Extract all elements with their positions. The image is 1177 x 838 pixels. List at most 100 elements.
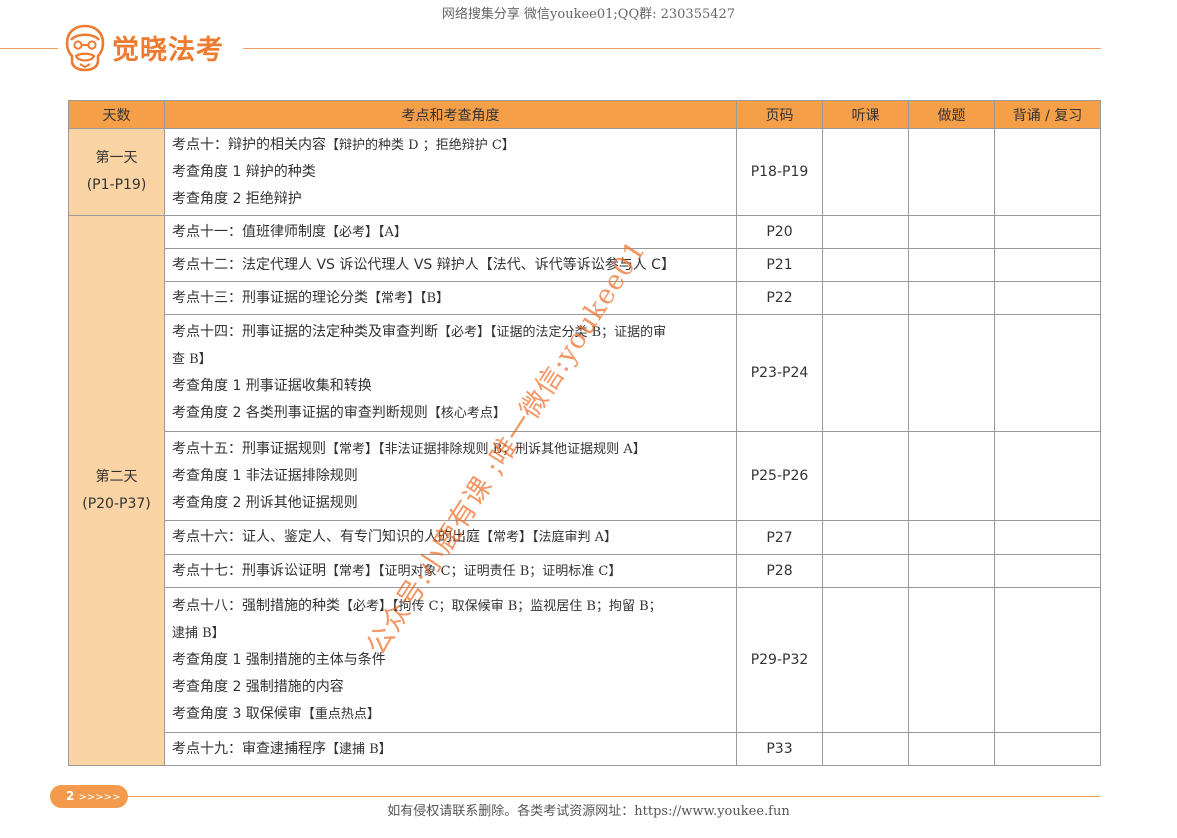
review-check-cell[interactable] <box>994 554 1101 588</box>
practice-check-cell[interactable] <box>908 587 995 733</box>
page-cell: P22 <box>736 281 823 315</box>
topic-text: 考查角度 1 刑事证据收集和转换 <box>172 378 372 394</box>
table-header-row: 天数 考点和考查角度 页码 听课 做题 背诵 / 复习 <box>68 100 1101 129</box>
table-row: 考点十四：刑事证据的法定种类及审查判断【必考】【证据的法定分类 B；证据的审 查… <box>69 314 1101 432</box>
table-row: 考点十九：审查逮捕程序【逮捕 B】 P33 <box>69 732 1101 766</box>
review-check-cell[interactable] <box>994 732 1101 766</box>
topic-cell: 考点十八：强制措施的种类【必考】【拘传 C；取保候审 B；监视居住 B；拘留 B… <box>164 587 737 733</box>
topic-text: 考点十七：刑事诉讼证明 <box>172 562 326 579</box>
page-cell: P23-P24 <box>736 314 823 432</box>
topic-tag: 【必考】【A】 <box>326 224 407 240</box>
page-cell: P28 <box>736 554 823 588</box>
lecture-check-cell[interactable] <box>822 215 909 249</box>
lecture-check-cell[interactable] <box>822 554 909 588</box>
topic-text: 考查角度 2 强制措施的内容 <box>172 678 344 695</box>
page-cell: P29-P32 <box>736 587 823 733</box>
header-lecture: 听课 <box>822 100 909 129</box>
review-check-cell[interactable] <box>994 215 1101 249</box>
lecture-check-cell[interactable] <box>822 281 909 315</box>
practice-check-cell[interactable] <box>908 248 995 282</box>
topic-text: 考查角度 2 各类刑事证据的审查判断规则 <box>172 405 428 421</box>
lecture-check-cell[interactable] <box>822 520 909 555</box>
table-row: 考点十八：强制措施的种类【必考】【拘传 C；取保候审 B；监视居住 B；拘留 B… <box>69 587 1101 733</box>
practice-check-cell[interactable] <box>908 215 995 249</box>
topic-text: 考查角度 2 刑诉其他证据规则 <box>172 494 358 511</box>
day-range: (P20-P37) <box>82 495 151 512</box>
practice-check-cell[interactable] <box>908 281 995 315</box>
practice-check-cell[interactable] <box>908 128 995 216</box>
header-page: 页码 <box>736 100 823 129</box>
header-day: 天数 <box>68 100 165 129</box>
practice-check-cell[interactable] <box>908 431 995 521</box>
topic-text: 考点十五：刑事证据规则 <box>172 440 326 457</box>
review-check-cell[interactable] <box>994 128 1101 216</box>
lecture-check-cell[interactable] <box>822 431 909 521</box>
brand-name: 觉晓法考 <box>112 35 224 66</box>
study-plan-table: 天数 考点和考查角度 页码 听课 做题 背诵 / 复习 第一天 (P1-P19)… <box>68 100 1101 766</box>
topic-cell: 考点十九：审查逮捕程序【逮捕 B】 <box>164 732 737 766</box>
topic-cell: 考点十五：刑事证据规则【常考】【非法证据排除规则 B；刑诉其他证据规则 A】 考… <box>164 431 737 521</box>
topic-cell: 考点十三：刑事证据的理论分类【常考】【B】 <box>164 281 737 315</box>
topic-text: 考查角度 1 强制措施的主体与条件 <box>172 651 386 668</box>
day-label: 第一天 <box>95 150 138 166</box>
header-review: 背诵 / 复习 <box>994 100 1101 129</box>
review-check-cell[interactable] <box>994 587 1101 733</box>
topic-tag: 【核心考点】 <box>427 406 506 421</box>
topic-text: 考查角度 1 辩护的种类 <box>172 163 316 180</box>
page-cell: P20 <box>736 215 823 249</box>
practice-check-cell[interactable] <box>908 554 995 588</box>
topic-cell: 考点十二：法定代理人 VS 诉讼代理人 VS 辩护人【法代、诉代等诉讼参与人 C… <box>164 248 737 282</box>
practice-check-cell[interactable] <box>908 520 995 555</box>
lecture-check-cell[interactable] <box>822 248 909 282</box>
practice-check-cell[interactable] <box>908 732 995 766</box>
page-cell: P27 <box>736 520 823 555</box>
topic-tag: 【必考】【证据的法定分类 B；证据的审 <box>438 325 667 340</box>
footer-note: 如有侵权请联系删除。各类考试资源网址：https://www.youkee.fu… <box>387 804 790 819</box>
lecture-check-cell[interactable] <box>822 587 909 733</box>
lecture-check-cell[interactable] <box>822 314 909 432</box>
topic-text: 考点十二：法定代理人 VS 诉讼代理人 VS 辩护人【法代、诉代等诉讼参与人 C… <box>172 256 675 273</box>
table-row: 第二天 (P20-P37) 考点十一：值班律师制度【必考】【A】 P20 <box>68 215 1101 766</box>
review-check-cell[interactable] <box>994 520 1101 555</box>
topic-text: 考点十六：证人、鉴定人、有专门知识的人的出庭 <box>172 529 480 545</box>
page-cell: P21 <box>736 248 823 282</box>
top-share-note: 网络搜集分享 微信youkee01;QQ群: 230355427 <box>441 7 736 22</box>
face-logo-icon <box>65 24 105 72</box>
topic-tag: 【常考】【非法证据排除规则 B；刑诉其他证据规则 A】 <box>326 441 646 457</box>
topic-tag: 【逮捕 B】 <box>326 741 392 757</box>
day-label: 第二天 <box>95 468 138 485</box>
review-check-cell[interactable] <box>994 281 1101 315</box>
day-cell: 第二天 (P20-P37) <box>68 215 165 766</box>
topic-tag: 【常考】【法庭审判 A】 <box>480 530 618 545</box>
table-row: 考点十六：证人、鉴定人、有专门知识的人的出庭【常考】【法庭审判 A】 P27 <box>69 520 1101 555</box>
header-practice: 做题 <box>908 100 995 129</box>
header-divider-right <box>243 48 1101 49</box>
topic-text: 考点十四：刑事证据的法定种类及审查判断 <box>172 324 438 340</box>
topic-tag: 【重点热点】 <box>301 706 380 722</box>
review-check-cell[interactable] <box>994 431 1101 521</box>
topic-text: 考查角度 1 非法证据排除规则 <box>172 467 358 484</box>
table-row: 第一天 (P1-P19) 考点十：辩护的相关内容【辩护的种类 D ；拒绝辩护 C… <box>68 128 1101 216</box>
lecture-check-cell[interactable] <box>822 732 909 766</box>
page-cell: P33 <box>736 732 823 766</box>
topic-text: 考查角度 3 取保候审 <box>172 705 302 722</box>
footer-divider <box>128 796 1100 797</box>
practice-check-cell[interactable] <box>908 314 995 432</box>
topic-text: 考查角度 2 拒绝辩护 <box>172 190 302 207</box>
topic-cell: 考点十：辩护的相关内容【辩护的种类 D ；拒绝辩护 C】 考查角度 1 辩护的种… <box>164 128 737 216</box>
topic-text: 考点十八：强制措施的种类 <box>172 597 340 614</box>
topic-tag: 【常考】【B】 <box>368 290 450 306</box>
topic-cell: 考点十六：证人、鉴定人、有专门知识的人的出庭【常考】【法庭审判 A】 <box>164 520 737 555</box>
topic-text: 考点十：辩护的相关内容 <box>172 136 326 153</box>
review-check-cell[interactable] <box>994 314 1101 432</box>
lecture-check-cell[interactable] <box>822 128 909 216</box>
header-divider-left <box>0 48 58 49</box>
topic-tag: 【辩护的种类 D ；拒绝辩护 C】 <box>326 137 515 153</box>
topic-tag: 查 B】 <box>172 352 212 367</box>
review-check-cell[interactable] <box>994 248 1101 282</box>
topic-tag: 逮捕 B】 <box>172 625 225 641</box>
topic-text: 考点十三：刑事证据的理论分类 <box>172 289 368 306</box>
table-row: 考点十三：刑事证据的理论分类【常考】【B】 P22 <box>69 281 1101 315</box>
table-row: 考点十二：法定代理人 VS 诉讼代理人 VS 辩护人【法代、诉代等诉讼参与人 C… <box>69 248 1101 282</box>
topic-text: 考点十九：审查逮捕程序 <box>172 740 326 757</box>
